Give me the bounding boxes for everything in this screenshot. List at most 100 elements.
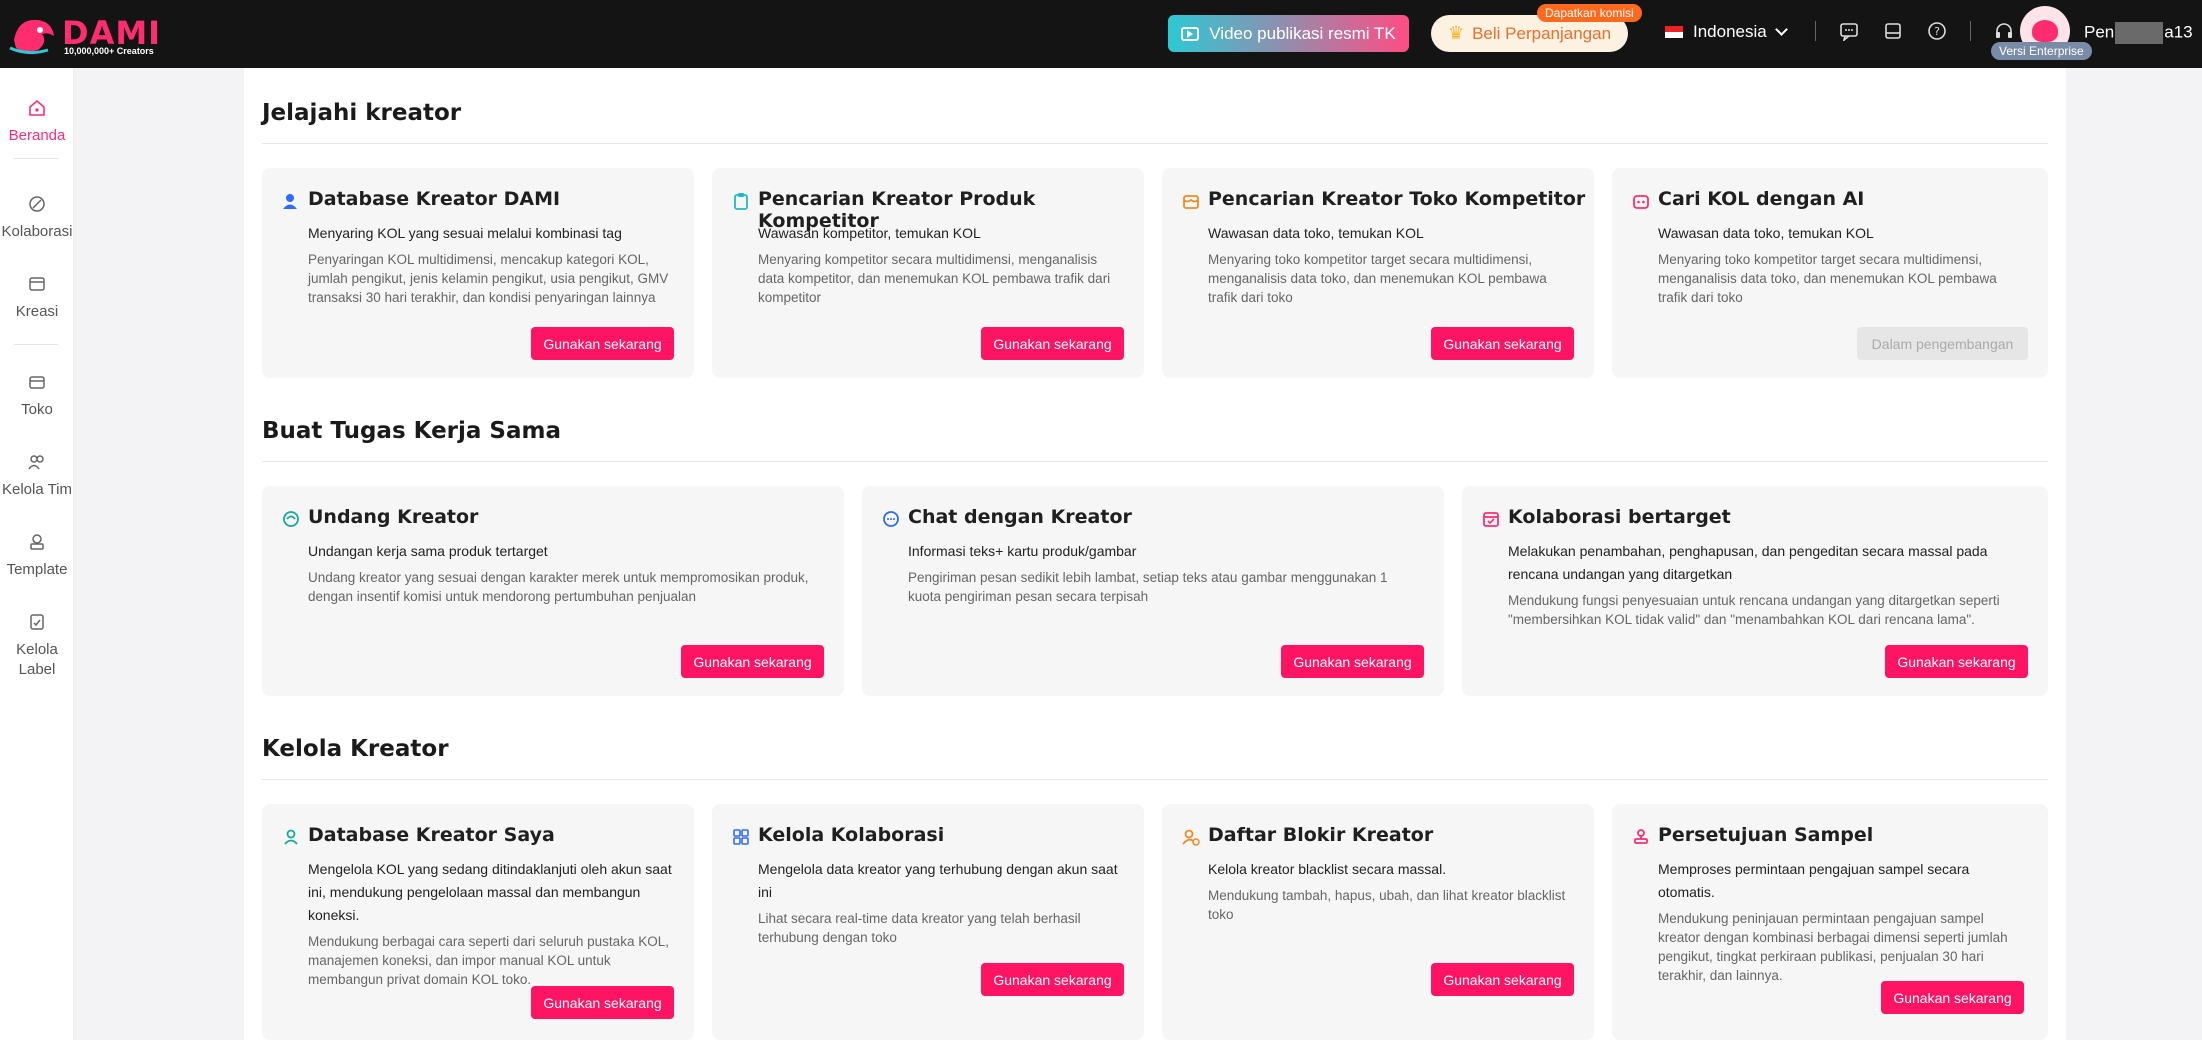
language-selector[interactable]: Indonesia <box>1665 22 1788 42</box>
card-subtitle: Undangan kerja sama produk tertarget <box>308 543 548 559</box>
section-title: Kelola Kreator <box>262 736 449 762</box>
card-title: Kelola Kolaborasi <box>758 824 945 846</box>
divider <box>1970 21 1971 41</box>
username-suffix: a13... <box>2164 22 2194 42</box>
card-subtitle: Mengelola KOL yang sedang ditindaklanjut… <box>308 861 672 923</box>
card-description: Pengiriman pesan sedikit lebih lambat, s… <box>908 570 1388 604</box>
card-description: Mendukung fungsi penyesuaian untuk renca… <box>1508 593 2000 627</box>
create-icon <box>27 274 47 294</box>
top-bar: DAMI 10,000,000+ Creators Video publikas… <box>0 0 2202 68</box>
language-label: Indonesia <box>1693 22 1767 41</box>
use-now-button[interactable]: Gunakan sekarang <box>1431 327 1574 360</box>
enterprise-badge: Versi Enterprise <box>1991 42 2092 60</box>
sidebar-item-kelola-tim[interactable]: Kelola Tim <box>0 452 74 500</box>
card-title: Cari KOL dengan AI <box>1658 188 1865 210</box>
card-subtitle: Wawasan kompetitor, temukan KOL <box>758 225 981 241</box>
card-pencarian-kreator-toko: Pencarian Kreator Toko Kompetitor Wawasa… <box>1162 168 1594 378</box>
sidebar-item-beranda[interactable]: Beranda <box>0 98 74 146</box>
sidebar-item-template[interactable]: Template <box>0 532 74 580</box>
chevron-down-icon <box>1774 23 1788 36</box>
card-description: Mendukung peninjauan permintaan pengajua… <box>1658 911 2008 983</box>
user-icon <box>282 192 300 210</box>
toolbar-icons: ? <box>1815 20 2015 42</box>
robot-icon <box>1632 192 1650 210</box>
card-kolaborasi-bertarget: Kolaborasi bertarget Melakukan penambaha… <box>1462 486 2048 696</box>
divider <box>1815 21 1816 41</box>
card-description: Mendukung berbagai cara seperti dari sel… <box>308 934 669 987</box>
dami-logo[interactable]: DAMI 10,000,000+ Creators <box>8 10 160 58</box>
use-now-button[interactable]: Gunakan sekarang <box>531 327 674 360</box>
commission-badge: Dapatkan komisi <box>1537 4 1642 22</box>
chat-icon <box>882 510 900 528</box>
sidebar-item-label: Beranda <box>8 127 66 144</box>
use-now-button[interactable]: Gunakan sekarang <box>1431 963 1574 996</box>
card-database-kreator-dami: Database Kreator DAMI Menyaring KOL yang… <box>262 168 694 378</box>
sidebar-item-label: Kreasi <box>15 303 59 320</box>
divider <box>14 344 58 345</box>
card-undang-kreator: Undang Kreator Undangan kerja sama produ… <box>262 486 844 696</box>
section-title: Buat Tugas Kerja Sama <box>262 418 561 444</box>
in-development-button: Dalam pengembangan <box>1857 327 2028 360</box>
card-description: Menyaring kompetitor secara multidimensi… <box>758 252 1111 305</box>
help-icon[interactable]: ? <box>1926 20 1948 42</box>
use-now-button[interactable]: Gunakan sekarang <box>1885 645 2028 678</box>
use-now-button[interactable]: Gunakan sekarang <box>981 327 1124 360</box>
redacted-name <box>2115 22 2164 44</box>
grid-icon <box>732 828 750 846</box>
store-icon <box>1182 192 1200 210</box>
use-now-button[interactable]: Gunakan sekarang <box>531 986 674 1019</box>
card-description: Lihat secara real-time data kreator yang… <box>758 911 1081 945</box>
use-now-button[interactable]: Gunakan sekarang <box>1881 981 2024 1014</box>
sidebar-item-toko[interactable]: Toko <box>0 372 74 420</box>
card-description: Mendukung tambah, hapus, ubah, dan lihat… <box>1208 888 1566 922</box>
card-chat-kreator: Chat dengan Kreator Informasi teks+ kart… <box>862 486 1444 696</box>
sidebar-item-kolaborasi[interactable]: Kolaborasi <box>0 194 74 242</box>
video-button-label: Video publikasi resmi TK <box>1209 23 1396 43</box>
card-kelola-kolaborasi: Kelola Kolaborasi Mengelola data kreator… <box>712 804 1144 1040</box>
clipboard-icon <box>732 192 750 210</box>
collab-icon <box>27 194 47 214</box>
username[interactable]: Pen a13... <box>2084 22 2194 44</box>
divider <box>262 461 2048 462</box>
card-pencarian-kreator-produk: Pencarian Kreator Produk Kompetitor Wawa… <box>712 168 1144 378</box>
document-icon[interactable] <box>1882 20 1904 42</box>
card-title: Daftar Blokir Kreator <box>1208 824 1434 846</box>
sidebar: Beranda Kolaborasi Kreasi Toko Kelola Ti… <box>0 68 74 1040</box>
card-subtitle: Wawasan data toko, temukan KOL <box>1208 225 1424 241</box>
label-icon <box>27 612 47 632</box>
card-title: Chat dengan Kreator <box>908 506 1132 528</box>
card-daftar-blokir: Daftar Blokir Kreator Kelola kreator bla… <box>1162 804 1594 1040</box>
indonesia-flag-icon <box>1665 26 1683 38</box>
card-description: Menyaring toko kompetitor target secara … <box>1208 252 1547 305</box>
card-subtitle: Informasi teks+ kartu produk/gambar <box>908 543 1137 559</box>
calendar-icon <box>1482 510 1500 528</box>
headset-icon[interactable] <box>1993 20 2015 42</box>
sidebar-item-kelola-label[interactable]: Kelola Label <box>0 612 74 680</box>
divider <box>262 143 2048 144</box>
renew-button-label: Beli Perpanjangan <box>1472 23 1612 43</box>
team-icon <box>27 452 47 472</box>
card-subtitle: Kelola kreator blacklist secara massal. <box>1208 861 1447 877</box>
sidebar-item-label: Kolaborasi <box>1 223 73 240</box>
video-publication-button[interactable]: Video publikasi resmi TK <box>1168 15 1409 52</box>
use-now-button[interactable]: Gunakan sekarang <box>681 645 824 678</box>
video-icon <box>1181 26 1200 41</box>
shop-icon <box>27 372 47 392</box>
invite-icon <box>282 510 300 528</box>
home-icon <box>27 98 47 118</box>
logo-subtitle: 10,000,000+ Creators <box>64 46 154 56</box>
use-now-button[interactable]: Gunakan sekarang <box>981 963 1124 996</box>
card-description: Menyaring toko kompetitor target secara … <box>1658 252 1997 305</box>
card-subtitle: Wawasan data toko, temukan KOL <box>1658 225 1874 241</box>
card-subtitle: Menyaring KOL yang sesuai melalui kombin… <box>308 225 622 241</box>
card-persetujuan-sampel: Persetujuan Sampel Memproses permintaan … <box>1612 804 2048 1040</box>
sidebar-item-kreasi[interactable]: Kreasi <box>0 274 74 322</box>
message-icon[interactable] <box>1838 20 1860 42</box>
logo-bird-icon <box>9 19 54 55</box>
stamp-icon <box>1632 828 1650 846</box>
divider <box>262 779 2048 780</box>
use-now-button[interactable]: Gunakan sekarang <box>1281 645 1424 678</box>
card-title: Pencarian Kreator Toko Kompetitor <box>1208 188 1586 210</box>
card-title: Undang Kreator <box>308 506 479 528</box>
card-database-kreator-saya: Database Kreator Saya Mengelola KOL yang… <box>262 804 694 1040</box>
